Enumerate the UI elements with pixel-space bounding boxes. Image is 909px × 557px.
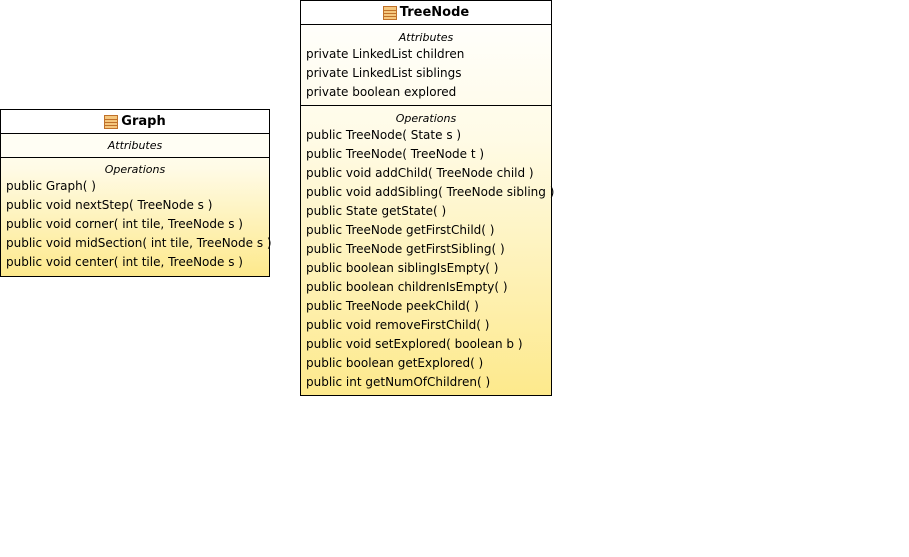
operation[interactable]: public TreeNode getFirstSibling( ) <box>301 240 551 259</box>
operation[interactable]: public Graph( ) <box>1 177 269 196</box>
operation[interactable]: public void addChild( TreeNode child ) <box>301 164 551 183</box>
operation[interactable]: public TreeNode peekChild( ) <box>301 297 551 316</box>
operations-label: Operations <box>395 112 457 125</box>
class-header: TreeNode <box>301 1 551 25</box>
operations-section: Operations public Graph( ) public void n… <box>1 158 272 272</box>
class-icon <box>104 114 119 129</box>
operation[interactable]: public void setExplored( boolean b ) <box>301 335 551 354</box>
uml-class-graph[interactable]: Graph Attributes Operations public Graph… <box>0 109 272 277</box>
operations-label: Operations <box>104 163 166 176</box>
attributes-section: Attributes <box>1 134 269 158</box>
uml-class-treenode[interactable]: TreeNode Attributes private LinkedList c… <box>300 0 554 396</box>
operation[interactable]: public void center( int tile, TreeNode s… <box>1 253 269 272</box>
class-icon <box>382 5 397 20</box>
attributes-section: Attributes private LinkedList children p… <box>301 25 551 106</box>
operation[interactable]: public boolean siblingIsEmpty( ) <box>301 259 551 278</box>
operations-section: Operations public TreeNode( State s ) pu… <box>301 106 554 392</box>
operation[interactable]: public boolean getExplored( ) <box>301 354 551 373</box>
class-name: TreeNode <box>399 5 470 20</box>
operation[interactable]: public boolean childrenIsEmpty( ) <box>301 278 551 297</box>
operation[interactable]: public void addSibling( TreeNode sibling… <box>301 183 554 202</box>
operation[interactable]: public void midSection( int tile, TreeNo… <box>1 234 272 253</box>
attributes-label: Attributes <box>398 31 454 44</box>
attribute[interactable]: private boolean explored <box>301 83 551 102</box>
operation[interactable]: public TreeNode( State s ) <box>301 126 551 145</box>
operation[interactable]: public void corner( int tile, TreeNode s… <box>1 215 269 234</box>
operation[interactable]: public TreeNode( TreeNode t ) <box>301 145 551 164</box>
class-name: Graph <box>121 114 166 129</box>
attribute[interactable]: private LinkedList siblings <box>301 64 551 83</box>
operation[interactable]: public int getNumOfChildren( ) <box>301 373 551 392</box>
operation[interactable]: public TreeNode getFirstChild( ) <box>301 221 551 240</box>
attribute[interactable]: private LinkedList children <box>301 45 551 64</box>
operation[interactable]: public State getState( ) <box>301 202 551 221</box>
class-header: Graph <box>1 110 269 134</box>
attributes-label: Attributes <box>107 139 163 152</box>
operation[interactable]: public void nextStep( TreeNode s ) <box>1 196 269 215</box>
operation[interactable]: public void removeFirstChild( ) <box>301 316 551 335</box>
